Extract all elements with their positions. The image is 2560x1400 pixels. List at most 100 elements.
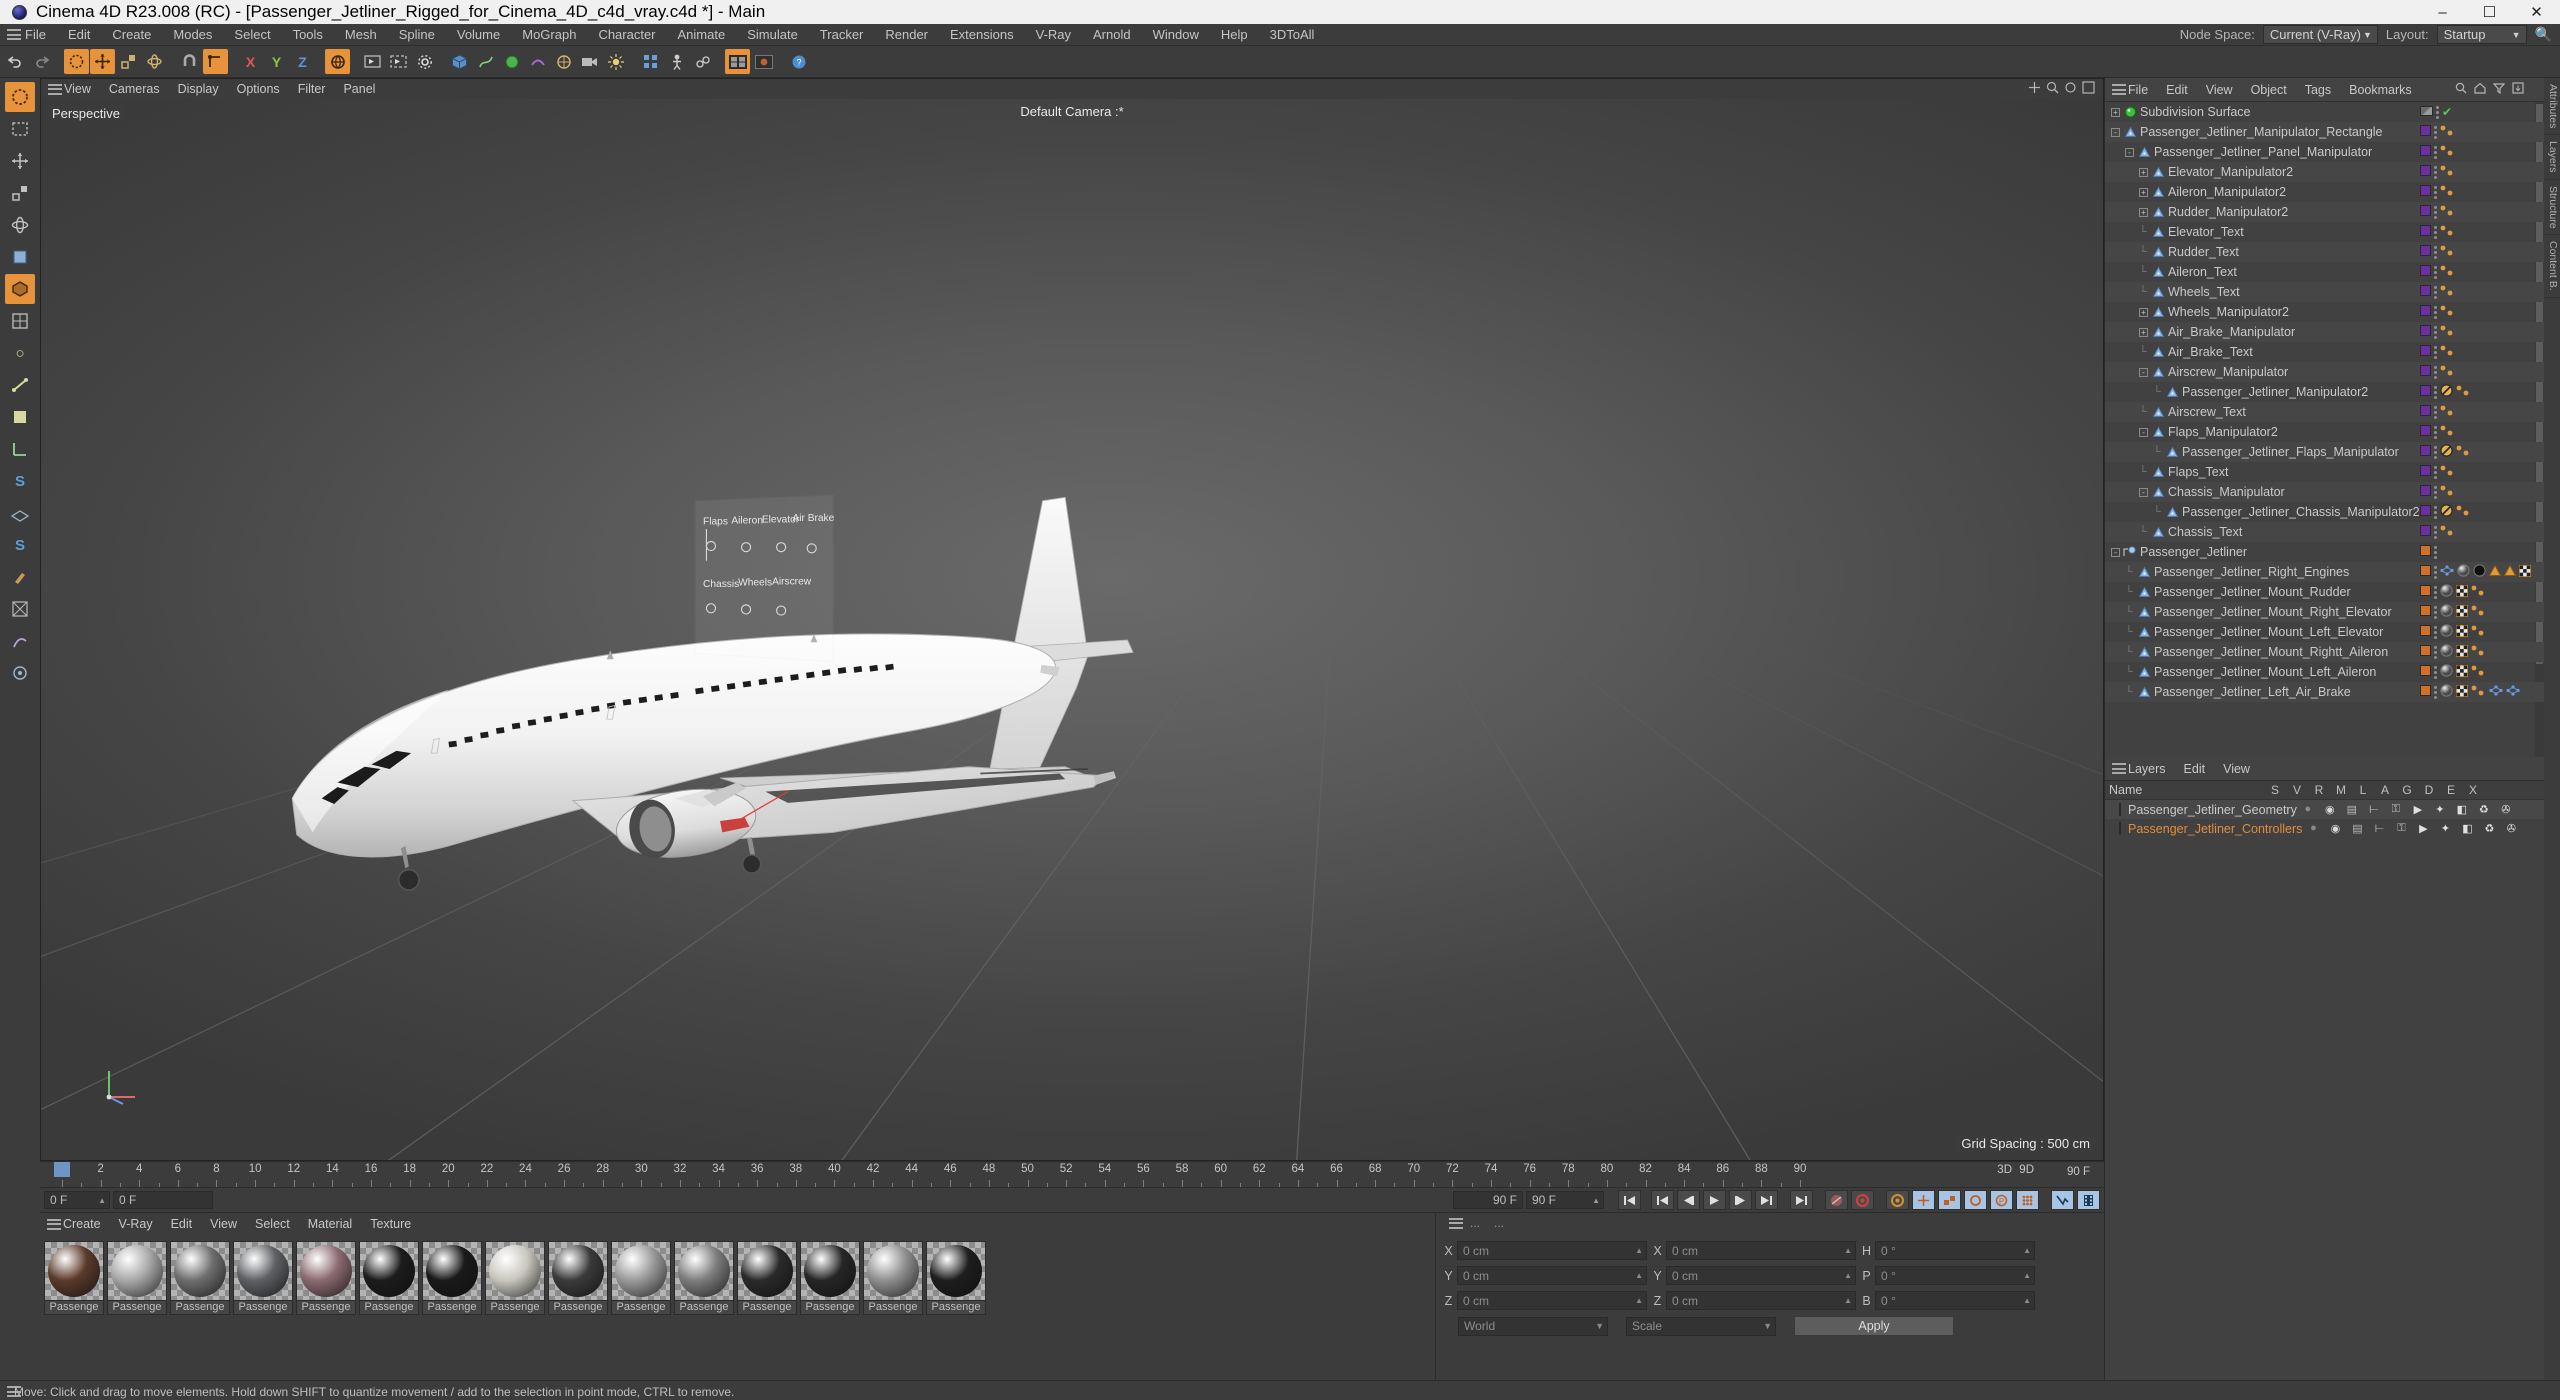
tag-material-icon[interactable] [2440, 604, 2453, 620]
tag-dots-icon[interactable] [2434, 625, 2437, 639]
object-tags[interactable] [2420, 604, 2486, 620]
tag-xpresso-icon[interactable] [2471, 625, 2486, 640]
timeline-playhead[interactable] [54, 1162, 70, 1178]
menu-item-simulate[interactable]: Simulate [736, 25, 809, 44]
goto-start-button[interactable] [1618, 1190, 1641, 1211]
spinner-icon[interactable]: ▲ [2023, 1271, 2031, 1280]
tag-xpresso-icon[interactable] [2440, 125, 2455, 140]
material-menu-create[interactable]: Create [54, 1215, 110, 1233]
object-tree-row[interactable]: - Passenger_Jetliner_Manipulator_Rectangl… [2105, 122, 2544, 142]
expand-icon[interactable]: + [2139, 187, 2148, 197]
tag-purple-icon[interactable] [2420, 125, 2431, 139]
generator-icon[interactable] [499, 49, 524, 74]
object-fit-icon[interactable] [2512, 82, 2524, 97]
menu-item-mograph[interactable]: MoGraph [511, 25, 587, 44]
tag-uv-icon[interactable] [2456, 684, 2468, 700]
minimize-button[interactable]: – [2419, 0, 2466, 24]
end-frame-field[interactable]: 90 F [1453, 1191, 1523, 1210]
apply-button[interactable]: Apply [1794, 1316, 1954, 1337]
object-tags[interactable] [2420, 405, 2455, 420]
layer-row[interactable]: Passenger_Jetliner_Geometry ● ◉ ▤ ⊢ ⚿ ▶ ✦ ◧ ♻ ✇ [2105, 800, 2544, 819]
tag-dots-icon[interactable] [2434, 365, 2437, 379]
character-icon[interactable] [664, 49, 689, 74]
tag-dots-icon[interactable] [2434, 685, 2437, 699]
tag-dots-icon[interactable] [2436, 105, 2439, 119]
material-menu-texture[interactable]: Texture [361, 1215, 420, 1233]
object-tags[interactable] [2420, 125, 2455, 140]
preview-end-field[interactable]: 90 F ▲ [1526, 1191, 1604, 1210]
tag-purple-icon[interactable] [2420, 425, 2431, 439]
layer-color-swatch[interactable] [2119, 803, 2121, 816]
layers-hamburger-icon[interactable] [2105, 761, 2126, 777]
menu-item-arnold[interactable]: Arnold [1082, 25, 1142, 44]
help-question-icon[interactable]: ? [786, 49, 811, 74]
tag-dots-icon[interactable] [2434, 645, 2437, 659]
tag-orange-icon[interactable] [2420, 625, 2431, 639]
viewport-single-icon[interactable] [751, 49, 776, 74]
tag-dots-icon[interactable] [2434, 505, 2437, 519]
render-icon[interactable]: ▤ [2341, 803, 2363, 816]
material-menu-select[interactable]: Select [246, 1215, 299, 1233]
viewport-menu-display[interactable]: Display [169, 81, 228, 97]
animation-mode-button[interactable] [2051, 1190, 2074, 1211]
spinner-icon[interactable]: ▲ [1844, 1271, 1852, 1280]
object-tree-row[interactable]: └ Passenger_Jetliner_Right_Engines [2105, 562, 2544, 582]
spinner-icon[interactable]: ▲ [1844, 1246, 1852, 1255]
tag-green-check-icon[interactable]: ✔ [2442, 105, 2452, 119]
side-tab-content-browser[interactable]: Content B. [2544, 235, 2560, 299]
viewport-layout-icon[interactable] [725, 49, 750, 74]
object-tags[interactable] [2420, 664, 2486, 680]
object-home-icon[interactable] [2474, 82, 2486, 97]
spinner-icon[interactable]: ▲ [1635, 1296, 1643, 1305]
tag-orange-icon[interactable] [2420, 545, 2431, 559]
object-tree-row[interactable]: └ Wheels_Text [2105, 282, 2544, 302]
object-search-icon[interactable] [2455, 82, 2467, 97]
material-preview[interactable] [737, 1241, 797, 1302]
tag-dots-icon[interactable] [2434, 145, 2437, 159]
render-view-icon[interactable] [360, 49, 385, 74]
previous-keyframe-button[interactable] [1651, 1190, 1674, 1211]
menu-item-character[interactable]: Character [587, 25, 666, 44]
size-z-field[interactable]: Z 0 cm ▲ [1653, 1291, 1856, 1311]
spinner-icon[interactable]: ▲ [1592, 1196, 1600, 1205]
tag-dots-icon[interactable] [2434, 205, 2437, 219]
material-preview[interactable] [611, 1241, 671, 1302]
tag-purple-icon[interactable] [2420, 165, 2431, 179]
tag-uv-icon[interactable] [2456, 664, 2468, 680]
tool-snap2-icon[interactable]: S [5, 530, 35, 560]
object-tags[interactable] [2420, 384, 2471, 400]
tag-material-icon[interactable] [2457, 564, 2470, 580]
side-tab-layers[interactable]: Layers [2544, 135, 2560, 180]
solo-dot-icon[interactable]: ● [2302, 822, 2324, 835]
viewport-rotate-icon[interactable] [2064, 81, 2077, 97]
viewport-menu-hamburger-icon[interactable] [41, 81, 62, 97]
object-tags[interactable] [2420, 325, 2455, 340]
menu-item-render[interactable]: Render [874, 25, 939, 44]
object-manager-hamburger-icon[interactable] [2105, 82, 2126, 98]
tool-points-mode-icon[interactable]: ○ [5, 338, 35, 368]
expressions-icon[interactable]: ♻ [2478, 822, 2500, 835]
render-settings-icon[interactable] [412, 49, 437, 74]
tag-xpresso-icon[interactable] [2440, 285, 2455, 300]
tag-dots-icon[interactable] [2434, 305, 2437, 319]
spinner-icon[interactable]: ▲ [2023, 1246, 2031, 1255]
spinner-icon[interactable]: ▲ [98, 1196, 106, 1205]
tag-orange-icon[interactable] [2420, 685, 2431, 699]
coordinate-system-icon[interactable] [203, 49, 228, 74]
node-space-select[interactable]: Current (V-Ray) ▼ [2262, 25, 2378, 44]
tag-purple-icon[interactable] [2420, 245, 2431, 259]
object-tree-row[interactable]: └ Passenger_Jetliner_Left_Air_Brake [2105, 682, 2544, 702]
object-tree-row[interactable]: └ Passenger_Jetliner_Manipulator2 [2105, 382, 2544, 402]
maximize-button[interactable]: ☐ [2466, 0, 2513, 24]
tag-purple-icon[interactable] [2420, 405, 2431, 419]
object-tree-row[interactable]: └ Rudder_Text [2105, 242, 2544, 262]
tag-dots-icon[interactable] [2434, 165, 2437, 179]
expand-icon[interactable]: + [2139, 307, 2148, 317]
material-menu-hamburger-icon[interactable] [40, 1216, 61, 1232]
coordinates-menu-hamburger-icon[interactable] [1442, 1215, 1463, 1231]
object-tree-row[interactable]: └ Elevator_Text [2105, 222, 2544, 242]
viewport-menu-cameras[interactable]: Cameras [100, 81, 169, 97]
material-menu-material[interactable]: Material [299, 1215, 361, 1233]
tag-dots-icon[interactable] [2434, 525, 2437, 539]
tag-purple-icon[interactable] [2420, 525, 2431, 539]
